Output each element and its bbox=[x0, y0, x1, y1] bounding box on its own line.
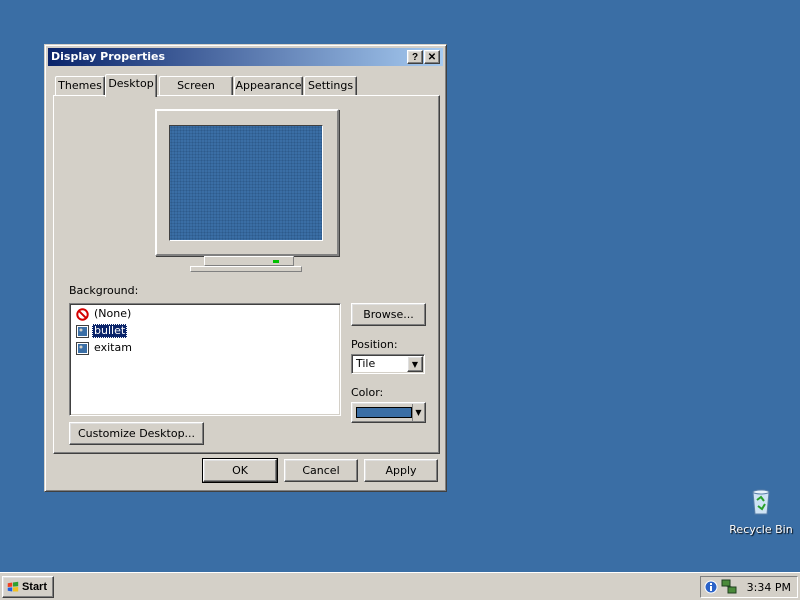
start-label: Start bbox=[21, 581, 47, 593]
windows-logo-icon bbox=[7, 581, 19, 592]
list-item-label: (None) bbox=[94, 307, 132, 320]
customize-desktop-button[interactable]: Customize Desktop... bbox=[69, 422, 204, 445]
background-label: Background: bbox=[69, 284, 139, 297]
tab-screen-saver[interactable]: Screen Saver bbox=[159, 76, 233, 109]
ok-button[interactable]: OK bbox=[202, 458, 278, 483]
monitor-base bbox=[190, 266, 302, 272]
monitor-neck bbox=[204, 256, 294, 266]
recycle-bin-icon bbox=[752, 489, 770, 515]
position-value: Tile bbox=[356, 357, 376, 370]
taskbar: Start 3:34 PM bbox=[0, 572, 800, 600]
list-item[interactable]: exitam bbox=[76, 340, 134, 356]
system-tray: 3:34 PM bbox=[700, 576, 798, 598]
list-item-label: exitam bbox=[94, 341, 132, 354]
tab-settings[interactable]: Settings bbox=[304, 76, 357, 95]
clock[interactable]: 3:34 PM bbox=[747, 581, 791, 594]
title-bar[interactable]: Display Properties ? ✕ bbox=[48, 48, 443, 66]
color-label: Color: bbox=[351, 386, 384, 399]
recycle-bin-label: Recycle Bin bbox=[729, 523, 793, 536]
color-picker-button[interactable]: ▼ bbox=[351, 402, 426, 423]
window-title: Display Properties bbox=[51, 50, 166, 63]
recycle-bin-icon[interactable]: Recycle Bin bbox=[726, 486, 796, 536]
browse-button[interactable]: Browse... bbox=[351, 303, 426, 326]
network-icon[interactable] bbox=[721, 579, 737, 595]
list-item[interactable]: bullet bbox=[76, 323, 128, 339]
list-item-label: bullet bbox=[92, 324, 128, 338]
apply-button[interactable]: Apply bbox=[364, 459, 438, 482]
list-item[interactable]: (None) bbox=[76, 306, 133, 322]
image-icon bbox=[76, 341, 89, 355]
chevron-down-icon[interactable]: ▼ bbox=[407, 356, 423, 372]
position-select[interactable]: Tile ▼ bbox=[351, 354, 425, 374]
color-swatch bbox=[356, 407, 412, 418]
tab-themes[interactable]: Themes bbox=[55, 76, 105, 95]
display-properties-window: Display Properties ? ✕ Themes Desktop Sc… bbox=[44, 44, 447, 492]
position-label: Position: bbox=[351, 338, 398, 351]
none-icon bbox=[76, 307, 89, 321]
power-led-icon bbox=[273, 260, 279, 263]
start-button[interactable]: Start bbox=[2, 576, 54, 598]
close-button[interactable]: ✕ bbox=[424, 50, 440, 64]
monitor-preview bbox=[155, 109, 339, 256]
desktop-tab-panel: Background: (None) bullet exitam Browse.… bbox=[53, 95, 440, 454]
tab-appearance[interactable]: Appearance bbox=[234, 76, 303, 95]
image-icon bbox=[76, 324, 89, 338]
help-button[interactable]: ? bbox=[407, 50, 423, 64]
chevron-down-icon: ▼ bbox=[412, 404, 424, 421]
cancel-button[interactable]: Cancel bbox=[284, 459, 358, 482]
monitor-preview-screen bbox=[169, 125, 323, 241]
info-icon[interactable] bbox=[704, 580, 718, 594]
background-list[interactable]: (None) bullet exitam bbox=[69, 303, 341, 416]
tab-desktop[interactable]: Desktop bbox=[105, 74, 157, 97]
